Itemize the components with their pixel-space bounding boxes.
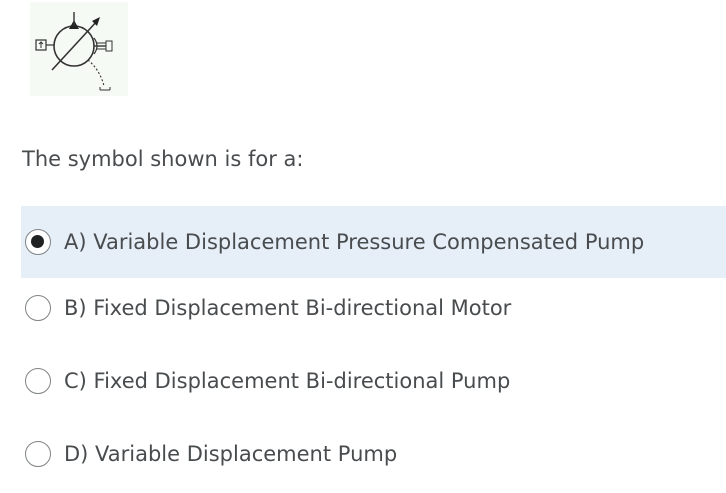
option-label: D) Variable Displacement Pump bbox=[64, 442, 398, 466]
option-label: A) Variable Displacement Pressure Compen… bbox=[64, 230, 645, 254]
radio-button-icon[interactable] bbox=[25, 295, 51, 321]
question-text: The symbol shown is for a: bbox=[22, 147, 304, 171]
option-b[interactable]: B) Fixed Displacement Bi-directional Mot… bbox=[21, 272, 726, 344]
option-a[interactable]: A) Variable Displacement Pressure Compen… bbox=[21, 206, 726, 278]
radio-button-checked-icon[interactable] bbox=[25, 229, 51, 255]
option-d[interactable]: D) Variable Displacement Pump bbox=[21, 418, 726, 490]
quiz-page: The symbol shown is for a: A) Variable D… bbox=[0, 0, 726, 493]
hydraulic-pump-symbol-image bbox=[30, 2, 128, 96]
option-label: B) Fixed Displacement Bi-directional Mot… bbox=[64, 296, 512, 320]
radio-button-icon[interactable] bbox=[25, 441, 51, 467]
option-c[interactable]: C) Fixed Displacement Bi-directional Pum… bbox=[21, 345, 726, 417]
option-label: C) Fixed Displacement Bi-directional Pum… bbox=[64, 369, 511, 393]
radio-button-icon[interactable] bbox=[25, 368, 51, 394]
pump-symbol-icon bbox=[35, 12, 113, 91]
